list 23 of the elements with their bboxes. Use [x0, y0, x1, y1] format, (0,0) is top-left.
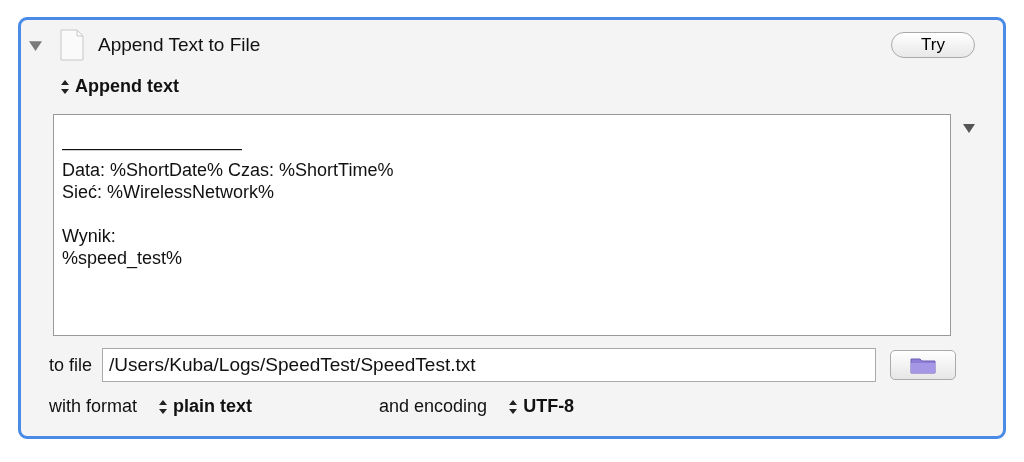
text-line: %speed_test% — [62, 247, 184, 269]
document-icon — [60, 29, 84, 61]
stepper-icon — [61, 78, 69, 95]
dropdown-triangle-icon[interactable] — [963, 124, 975, 134]
encoding-label: and encoding — [379, 396, 488, 417]
disclosure-triangle-icon[interactable] — [29, 38, 42, 52]
text-line: Sieć: %WirelessNetwork% — [62, 181, 276, 203]
action-title: Append Text to File — [98, 34, 262, 56]
to-file-label: to file — [49, 354, 93, 376]
encoding-popup[interactable]: UTF-8 — [509, 396, 575, 417]
file-path-field[interactable]: /Users/Kuba/Logs/SpeedTest/SpeedTest.txt — [102, 348, 877, 382]
text-line: Wynik: — [62, 225, 117, 247]
stepper-icon — [159, 398, 168, 415]
text-line: Data: %ShortDate% Czas: %ShortTime% — [62, 159, 395, 181]
folder-icon — [910, 356, 937, 374]
choose-folder-button[interactable] — [890, 350, 957, 380]
mode-popup[interactable]: Append text — [61, 76, 975, 97]
stepper-icon — [509, 398, 518, 415]
try-button[interactable]: Try — [891, 32, 975, 58]
format-label: with format — [49, 396, 138, 417]
format-popup[interactable]: plain text — [159, 396, 370, 417]
text-area[interactable]: —————————— Data: %ShortDate% Czas: %ShortTime% Sieć: %WirelessNetwork% Wynik: %speed_test% — [53, 114, 951, 336]
text-line: —————————— — [62, 137, 243, 159]
